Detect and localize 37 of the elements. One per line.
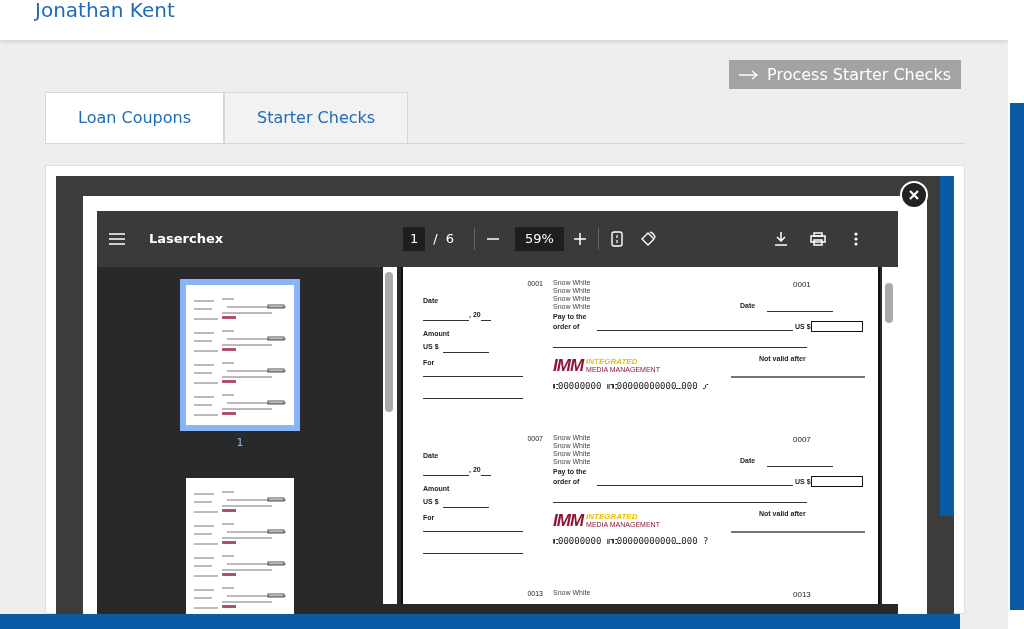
amount-field	[810, 475, 863, 487]
fill-in-line	[423, 474, 469, 476]
fill-in-line	[442, 351, 489, 353]
document-title: Laserchex	[149, 230, 225, 249]
check-number: 0013	[793, 589, 811, 601]
fill-in-line	[767, 465, 834, 467]
fill-in-line	[767, 310, 834, 312]
micr-line: ⑆00000000 ⑈⑆00000000000⑉000 ⑇	[553, 380, 710, 393]
check-number: 0001	[793, 279, 811, 291]
page-number-field[interactable]: 1	[403, 227, 426, 251]
arrow-right-icon	[739, 69, 760, 80]
logo-mark: IMM	[553, 510, 585, 531]
page-separator: /	[433, 230, 438, 249]
fit-page-icon[interactable]	[610, 231, 623, 247]
logo-name: INTEGRATED	[586, 512, 639, 521]
close-button[interactable]	[900, 181, 928, 209]
logo-name: INTEGRATED	[586, 357, 639, 366]
micr-line: ⑆00000000 ⑈⑆00000000000⑉000 ?	[553, 535, 710, 548]
more-icon[interactable]	[854, 232, 858, 246]
check-number: 0007	[793, 434, 811, 446]
fill-in-line	[442, 506, 489, 508]
close-icon	[909, 190, 919, 200]
page-count: 6	[445, 230, 454, 249]
zoom-field[interactable]: 59%	[514, 227, 564, 251]
download-icon[interactable]	[774, 232, 788, 246]
menu-icon[interactable]	[109, 233, 125, 245]
fill-in-line	[423, 319, 469, 321]
user-name: Jonathan Kent	[35, 0, 175, 20]
page-label: 1	[236, 435, 244, 451]
fill-in-line	[480, 319, 491, 321]
amount-field	[810, 320, 863, 332]
print-icon[interactable]	[810, 232, 826, 246]
logo-mark: IMM	[553, 355, 585, 376]
fill-in-line	[480, 474, 491, 476]
tab[interactable]: Loan Coupons	[45, 92, 224, 143]
tab[interactable]: Starter Checks	[224, 92, 409, 143]
plus-icon[interactable]	[573, 233, 586, 245]
